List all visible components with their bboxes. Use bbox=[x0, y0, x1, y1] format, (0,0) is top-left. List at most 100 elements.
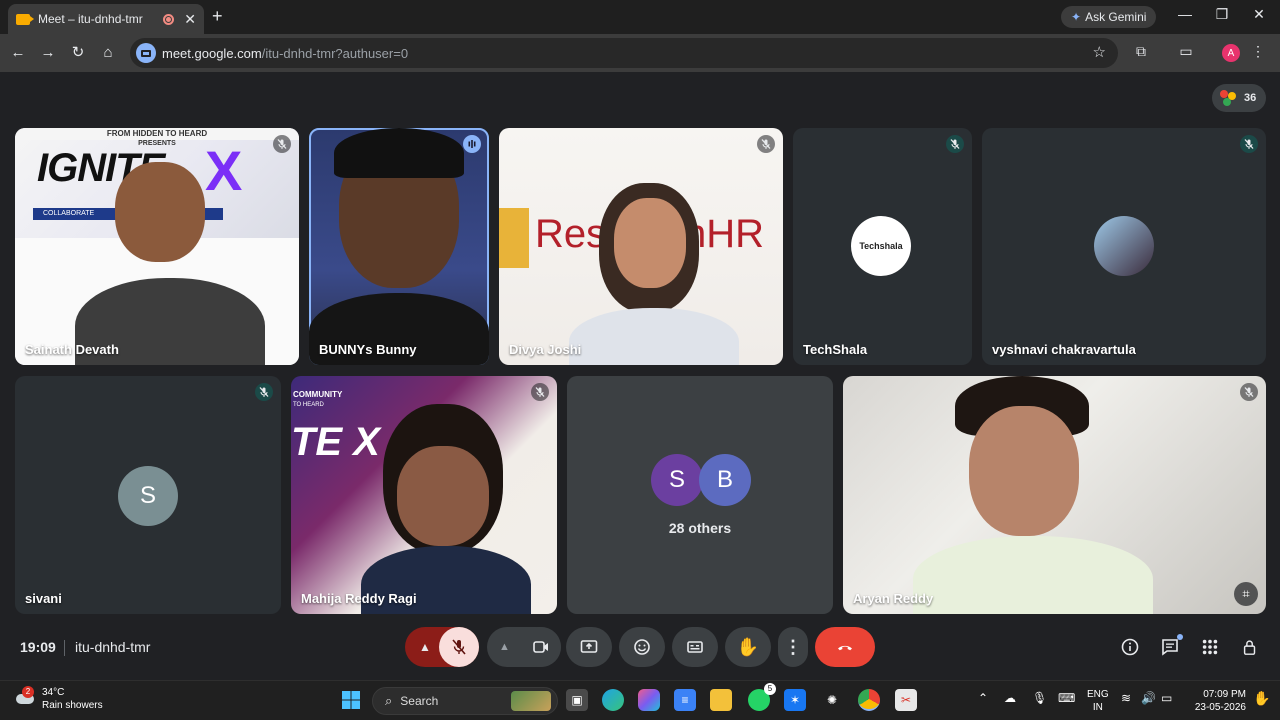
present-screen-icon bbox=[580, 640, 598, 653]
close-window-icon[interactable]: ✕ bbox=[1249, 6, 1269, 23]
participant-name: TechShala bbox=[803, 342, 868, 357]
new-tab-button[interactable]: + bbox=[212, 6, 223, 27]
participant-name: BUNNYs Bunny bbox=[319, 342, 417, 357]
participant-tile-aryan[interactable]: ⌗ Aryan Reddy bbox=[843, 376, 1266, 614]
participant-name: Mahija Reddy Ragi bbox=[301, 591, 417, 606]
home-icon[interactable]: ⌂ bbox=[98, 43, 118, 63]
participant-tile-mahija[interactable]: COMMUNITY TO HEARD TE X Mahija Reddy Rag… bbox=[291, 376, 557, 614]
participant-tile-sivani[interactable]: S sivani bbox=[15, 376, 281, 614]
language-indicator[interactable]: ENG IN bbox=[1087, 688, 1109, 714]
copilot-icon[interactable] bbox=[638, 689, 660, 711]
minimize-icon[interactable]: — bbox=[1175, 6, 1195, 22]
reactions-button[interactable] bbox=[619, 627, 665, 667]
lang-top: ENG bbox=[1087, 689, 1109, 700]
windows-taskbar: 2 34°C Rain showers ⌕ Search ▣ ≡ 5 ✶ ✺ ✂… bbox=[0, 680, 1280, 720]
muted-mic-icon bbox=[531, 383, 549, 401]
participant-cap bbox=[334, 128, 464, 178]
divider bbox=[64, 640, 65, 656]
back-arrow-icon[interactable]: ← bbox=[8, 43, 28, 63]
chat-unread-dot bbox=[1177, 634, 1183, 640]
taskbar-clock[interactable]: 07:09 PM 23-05-2026 bbox=[1192, 688, 1246, 714]
meet-stage: 36 FROM HIDDEN TO HEARD PRESENTS IGNITE … bbox=[0, 72, 1280, 680]
chatgpt-icon[interactable]: ✺ bbox=[821, 689, 843, 711]
search-label: Search bbox=[400, 694, 439, 708]
profile-avatar[interactable]: A bbox=[1222, 44, 1240, 62]
temperature-text: 34°C bbox=[42, 687, 65, 698]
onedrive-icon[interactable]: ☁ bbox=[1004, 691, 1016, 705]
meeting-info-icon[interactable] bbox=[1117, 634, 1143, 660]
others-tile[interactable]: S B 28 others bbox=[567, 376, 833, 614]
tab-title: Meet – itu-dnhd-tmr bbox=[38, 12, 143, 26]
reload-icon[interactable]: ↻ bbox=[68, 43, 88, 63]
hand-icon: ✋ bbox=[736, 636, 760, 657]
captions-button[interactable] bbox=[672, 627, 718, 667]
others-avatar-s: S bbox=[651, 454, 703, 506]
weather-widget[interactable]: 2 34°C Rain showers bbox=[14, 686, 103, 712]
task-view-icon[interactable]: ▣ bbox=[566, 689, 588, 711]
weather-badge: 2 bbox=[22, 686, 34, 698]
menu-kebab-icon[interactable]: ⋮ bbox=[1248, 43, 1268, 60]
whatsapp-icon[interactable]: 5 bbox=[748, 683, 776, 711]
participants-button[interactable]: 36 bbox=[1212, 84, 1266, 112]
bookmark-star-icon[interactable]: ☆ bbox=[1093, 43, 1106, 61]
activities-grid-icon[interactable] bbox=[1197, 634, 1223, 660]
maximize-icon[interactable]: ❐ bbox=[1212, 6, 1232, 23]
battery-icon[interactable]: ▭ bbox=[1161, 691, 1172, 705]
participant-tile-vyshnavi[interactable]: vyshnavi chakravartula bbox=[982, 128, 1266, 365]
host-controls-lock-icon[interactable] bbox=[1237, 634, 1263, 660]
site-info-icon[interactable] bbox=[136, 43, 156, 63]
volume-icon[interactable]: 🔊 bbox=[1141, 691, 1156, 705]
speaking-indicator-icon bbox=[463, 135, 481, 153]
keyboard-icon[interactable]: ⌨ bbox=[1058, 691, 1075, 705]
rain-cloud-icon: 2 bbox=[14, 686, 36, 710]
participant-tile-divya[interactable]: ResearchHR Divya Joshi bbox=[499, 128, 783, 365]
omnibox[interactable]: meet.google.com/itu-dnhd-tmr?authuser=0 … bbox=[130, 38, 1118, 68]
emoji-icon bbox=[634, 639, 650, 655]
participant-name: sivani bbox=[25, 591, 62, 606]
muted-mic-icon bbox=[1240, 383, 1258, 401]
muted-mic-icon bbox=[946, 135, 964, 153]
file-explorer-icon[interactable] bbox=[710, 689, 732, 711]
participant-body bbox=[569, 308, 739, 365]
notifications-icon[interactable]: ✋ bbox=[1253, 690, 1270, 707]
participant-tile-techshala[interactable]: Techshala TechShala bbox=[793, 128, 972, 365]
address-toolbar: ← → ↻ ⌂ meet.google.com/itu-dnhd-tmr?aut… bbox=[0, 34, 1280, 72]
video-camera-icon bbox=[533, 641, 548, 653]
chrome-icon[interactable] bbox=[858, 689, 880, 711]
side-panel-icon[interactable]: ▭ bbox=[1176, 43, 1196, 60]
tray-overflow-icon[interactable]: ⌃ bbox=[978, 691, 988, 705]
participant-face bbox=[969, 406, 1079, 536]
taskbar-search[interactable]: ⌕ Search bbox=[372, 687, 558, 715]
meet-tab[interactable]: Meet – itu-dnhd-tmr ✕ bbox=[8, 4, 204, 34]
banner-x-mark: X bbox=[205, 139, 243, 202]
leave-call-button[interactable] bbox=[815, 627, 875, 667]
backdrop-x-mark: TE X bbox=[291, 420, 380, 464]
close-tab-icon[interactable]: ✕ bbox=[184, 11, 196, 28]
chevron-up-icon: ▲ bbox=[499, 641, 510, 653]
ask-gemini-button[interactable]: ✦ Ask Gemini bbox=[1061, 6, 1157, 28]
participant-tile-sainath[interactable]: FROM HIDDEN TO HEARD PRESENTS IGNITE X C… bbox=[15, 128, 299, 365]
camera-toggle-button[interactable] bbox=[521, 627, 561, 667]
others-avatar-b: B bbox=[699, 454, 751, 506]
notepad-icon[interactable]: ≡ bbox=[674, 689, 696, 711]
bluesky-icon[interactable]: ✶ bbox=[784, 689, 806, 711]
crop-frame-icon[interactable]: ⌗ bbox=[1234, 582, 1258, 606]
gemini-sparkle-icon: ✦ bbox=[1071, 10, 1082, 24]
participant-name: Aryan Reddy bbox=[853, 591, 934, 606]
edge-browser-icon[interactable] bbox=[602, 689, 624, 711]
raise-hand-button[interactable]: ✋ bbox=[725, 627, 771, 667]
more-options-button[interactable]: ⋮ bbox=[778, 627, 808, 667]
participant-count: 36 bbox=[1244, 92, 1257, 104]
forward-arrow-icon[interactable]: → bbox=[38, 43, 58, 63]
mic-tray-icon[interactable]: 🎙 bbox=[1032, 691, 1047, 705]
wifi-icon[interactable]: ≋ bbox=[1121, 691, 1131, 705]
snipping-tool-icon[interactable]: ✂ bbox=[895, 689, 917, 711]
microphone-toggle-button[interactable] bbox=[439, 627, 479, 667]
windows-start-icon[interactable] bbox=[340, 689, 362, 711]
present-screen-button[interactable] bbox=[566, 627, 612, 667]
extensions-icon[interactable]: ⧉ bbox=[1131, 43, 1151, 60]
chat-icon[interactable] bbox=[1157, 634, 1183, 660]
participant-tile-bunny[interactable]: BUNNYs Bunny bbox=[309, 128, 489, 365]
backdrop-logo-block bbox=[499, 208, 529, 268]
backdrop-community-text: COMMUNITY bbox=[293, 390, 343, 399]
